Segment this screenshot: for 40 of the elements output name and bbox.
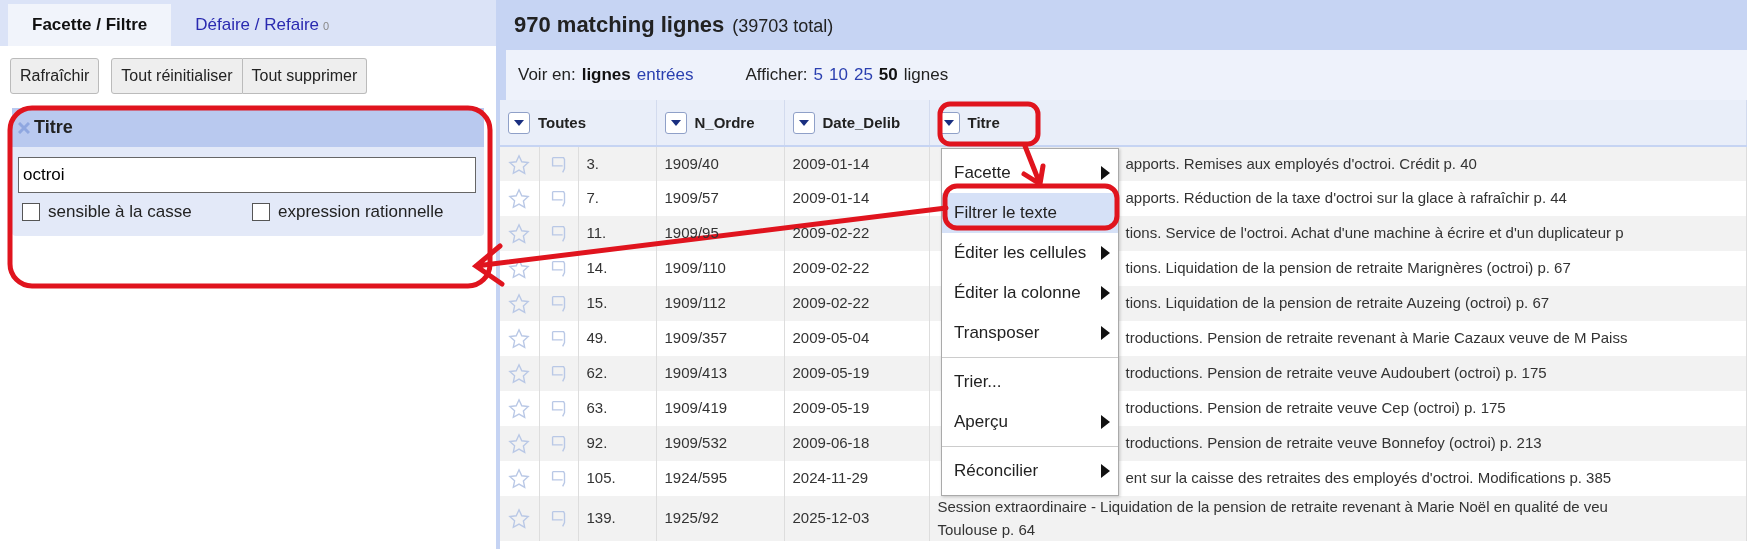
table-cell: 1909/413 bbox=[656, 356, 784, 391]
toolbar-button[interactable]: Tout supprimer bbox=[242, 58, 368, 94]
table-cell: 2009-02-22 bbox=[784, 286, 929, 321]
column-header: Toutes bbox=[538, 112, 587, 133]
filter-field[interactable]: octroi bbox=[18, 157, 476, 193]
table-cell: 2009-01-14 bbox=[784, 146, 929, 181]
table-cell: 3. bbox=[578, 146, 656, 181]
table-cell: 1909/532 bbox=[656, 426, 784, 461]
page-size-unit: lignes bbox=[903, 64, 949, 87]
view-mode-link[interactable]: lignes bbox=[581, 62, 631, 88]
table-cell: 2025-12-03 bbox=[784, 496, 929, 541]
total-count: (39703 total) bbox=[732, 15, 834, 38]
table-cell: 1925/92 bbox=[656, 496, 784, 541]
toolbar-button[interactable]: Tout réinitialiser bbox=[111, 58, 243, 94]
panel-tab[interactable]: Facette / Filtre bbox=[8, 4, 172, 46]
column-header: Date_Delib bbox=[822, 112, 901, 133]
page-size-link[interactable]: 10 bbox=[829, 62, 848, 88]
table-cell: 2009-06-18 bbox=[784, 426, 929, 461]
view-label: Voir en: bbox=[518, 64, 576, 87]
table-cell: 62. bbox=[578, 356, 656, 391]
page-size-link[interactable]: 5 bbox=[813, 62, 823, 88]
table-cell: 15. bbox=[578, 286, 656, 321]
facet-title: Titre bbox=[34, 116, 73, 139]
result-count: 970 matching lignes bbox=[514, 11, 725, 39]
table-cell: 139. bbox=[578, 496, 656, 541]
page-size-link[interactable]: 50 bbox=[878, 62, 898, 88]
column-header: Titre bbox=[967, 112, 1000, 133]
table-cell: 2009-05-19 bbox=[784, 356, 929, 391]
page-size-label: Afficher: bbox=[745, 64, 808, 87]
option-label: expression rationnelle bbox=[278, 200, 444, 222]
refresh-button[interactable]: Rafraîchir bbox=[10, 58, 100, 94]
table-cell: 92. bbox=[578, 426, 656, 461]
table-cell: Session extraordinaire - Liquidation de la pension de retraite revenant à Marie Noël en qualité de veu Toulouse p. 64 bbox=[929, 496, 1747, 541]
table-cell: 1909/112 bbox=[656, 286, 784, 321]
option-label: sensible à la casse bbox=[48, 200, 192, 222]
table-cell: 1909/40 bbox=[656, 146, 784, 181]
view-mode-link[interactable]: entrées bbox=[636, 62, 694, 88]
panel-tab[interactable]: Défaire / Refaire 0 bbox=[171, 4, 354, 46]
column-header: N_Ordre bbox=[694, 112, 755, 133]
page-size-link[interactable]: 25 bbox=[853, 62, 873, 88]
